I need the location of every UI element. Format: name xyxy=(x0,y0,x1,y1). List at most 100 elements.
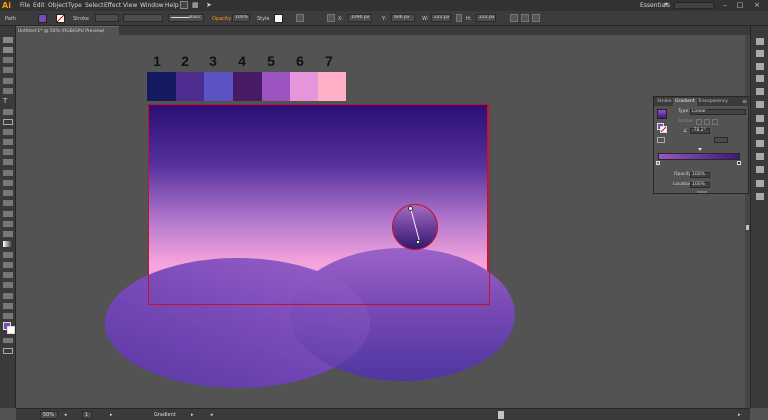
brushes-icon[interactable] xyxy=(756,101,764,108)
h-field[interactable]: 222 px xyxy=(476,14,496,22)
tab-transparency[interactable]: Transparency xyxy=(696,98,730,106)
variable-width-field[interactable] xyxy=(123,14,163,22)
color-swatch-7[interactable] xyxy=(318,72,346,101)
stroke-across-icon[interactable] xyxy=(712,119,718,125)
color-icon[interactable] xyxy=(756,63,764,70)
menu-edit[interactable]: Edit xyxy=(33,0,45,11)
chevron-down-icon[interactable] xyxy=(664,3,668,6)
horizontal-scroll-thumb[interactable] xyxy=(498,411,504,419)
gradient-type-dropdown[interactable]: Linear xyxy=(690,109,746,115)
transform-icon[interactable] xyxy=(510,14,518,22)
menu-icon[interactable] xyxy=(532,14,540,22)
pen-tool-icon[interactable] xyxy=(3,78,13,84)
recolor-icon[interactable] xyxy=(296,14,304,22)
rotate-tool-icon[interactable] xyxy=(3,170,13,176)
brush-field[interactable]: Basic xyxy=(168,14,204,22)
menu-type[interactable]: Type xyxy=(68,0,82,11)
draw-mode-icon[interactable] xyxy=(3,348,13,354)
link-icon[interactable] xyxy=(456,14,462,22)
menu-file[interactable]: File xyxy=(20,0,30,11)
stop-location-field[interactable]: 100% xyxy=(690,182,710,188)
w-field[interactable]: 222 px xyxy=(431,14,451,22)
line-tool-icon[interactable] xyxy=(3,109,13,115)
perspective-grid-tool-icon[interactable] xyxy=(3,221,13,227)
eyedropper-tool-icon[interactable] xyxy=(3,252,13,258)
panel-menu-icon[interactable]: ≡ xyxy=(742,98,747,105)
curvature-tool-icon[interactable] xyxy=(3,88,13,94)
first-artboard-icon[interactable]: ◂ xyxy=(64,411,67,419)
arrange-icon[interactable]: ▦ xyxy=(192,1,202,9)
transparency-icon[interactable] xyxy=(756,153,764,160)
vertical-scrollbar[interactable] xyxy=(745,35,750,408)
tab-gradient[interactable]: Gradient xyxy=(673,98,697,106)
appearance-icon[interactable] xyxy=(756,166,764,173)
tab-stroke[interactable]: Stroke xyxy=(655,98,673,106)
layers-icon[interactable] xyxy=(756,180,764,187)
gradient-midpoint-icon[interactable] xyxy=(698,148,702,151)
lasso-tool-icon[interactable] xyxy=(3,67,13,73)
gradient-stop-right[interactable] xyxy=(737,161,741,165)
libraries-icon[interactable] xyxy=(756,50,764,57)
color-swatch-6[interactable] xyxy=(290,72,318,101)
color-swatch-5[interactable] xyxy=(262,72,290,101)
width-tool-icon[interactable] xyxy=(3,190,13,196)
stroke-weight-field[interactable] xyxy=(95,14,119,22)
type-tool-icon[interactable]: T xyxy=(3,98,13,106)
artboard-number-field[interactable]: 1 xyxy=(82,411,92,419)
last-artboard-icon[interactable]: ▸ xyxy=(110,411,113,419)
stroke-swatch[interactable] xyxy=(56,14,65,23)
style-swatch[interactable] xyxy=(274,14,283,23)
shape-builder-tool-icon[interactable] xyxy=(3,211,13,217)
magic-wand-tool-icon[interactable] xyxy=(3,57,13,63)
scale-tool-icon[interactable] xyxy=(3,180,13,186)
eraser-tool-icon[interactable] xyxy=(3,159,13,165)
mesh-tool-icon[interactable] xyxy=(3,231,13,237)
properties-icon[interactable] xyxy=(756,38,764,45)
gradient-panel-icon[interactable] xyxy=(756,140,764,147)
shaper-tool-icon[interactable] xyxy=(3,139,13,145)
menu-window[interactable]: Window xyxy=(140,0,164,11)
gradient-preview-swatch[interactable] xyxy=(657,109,667,119)
y-field[interactable]: 606 px xyxy=(391,14,415,22)
symbol-sprayer-tool-icon[interactable] xyxy=(3,272,13,278)
opacity-field[interactable]: 100% xyxy=(232,14,250,22)
color-swatch-4[interactable] xyxy=(233,72,262,101)
panel-resize-grip[interactable] xyxy=(697,191,707,193)
artboard-tool-icon[interactable] xyxy=(3,293,13,299)
gradient-end-handle[interactable] xyxy=(416,240,420,244)
selection-tool-icon[interactable] xyxy=(3,37,13,43)
menu-view[interactable]: View xyxy=(123,0,137,11)
x-field[interactable]: 1090 px xyxy=(348,14,372,22)
stroke-panel-icon[interactable] xyxy=(756,127,764,134)
document-tab[interactable]: Untitled-1* @ 50% (RGB/GPU Preview) xyxy=(16,26,119,35)
direct-selection-tool-icon[interactable] xyxy=(3,47,13,53)
blend-tool-icon[interactable] xyxy=(3,262,13,268)
swatches-icon[interactable] xyxy=(756,88,764,95)
search-input[interactable] xyxy=(674,2,714,9)
angle-field[interactable]: -78.2° xyxy=(690,128,710,134)
scroll-left-icon[interactable]: ◂ xyxy=(210,411,213,419)
gradient-stop-left[interactable] xyxy=(656,161,660,165)
hand-tool-icon[interactable] xyxy=(3,303,13,309)
stroke-within-icon[interactable] xyxy=(696,119,702,125)
gradient-slider-bar[interactable] xyxy=(658,153,740,160)
gradient-stroke-icon[interactable] xyxy=(660,126,667,133)
color-guide-icon[interactable] xyxy=(756,75,764,82)
aspect-ratio-field[interactable] xyxy=(714,137,728,143)
scroll-right-icon[interactable]: ▸ xyxy=(738,411,741,419)
rectangle-tool-icon[interactable] xyxy=(3,119,13,125)
color-mode-icon[interactable] xyxy=(3,338,13,343)
status-menu-icon[interactable]: ▸ xyxy=(191,411,194,419)
symbols-icon[interactable] xyxy=(756,115,764,122)
menu-effect[interactable]: Effect xyxy=(104,0,121,11)
free-transform-tool-icon[interactable] xyxy=(3,200,13,206)
stroke-along-icon[interactable] xyxy=(704,119,710,125)
send-icon[interactable]: ➤ xyxy=(206,1,216,9)
vertical-scroll-thumb[interactable] xyxy=(746,225,749,230)
color-swatch-1[interactable] xyxy=(147,72,176,101)
minimize-button[interactable]: – xyxy=(718,0,732,11)
opacity-label[interactable]: Opacity xyxy=(212,15,231,23)
gradient-tool-icon[interactable] xyxy=(3,241,13,247)
zoom-field[interactable]: 50% xyxy=(40,411,58,419)
pencil-tool-icon[interactable] xyxy=(3,149,13,155)
